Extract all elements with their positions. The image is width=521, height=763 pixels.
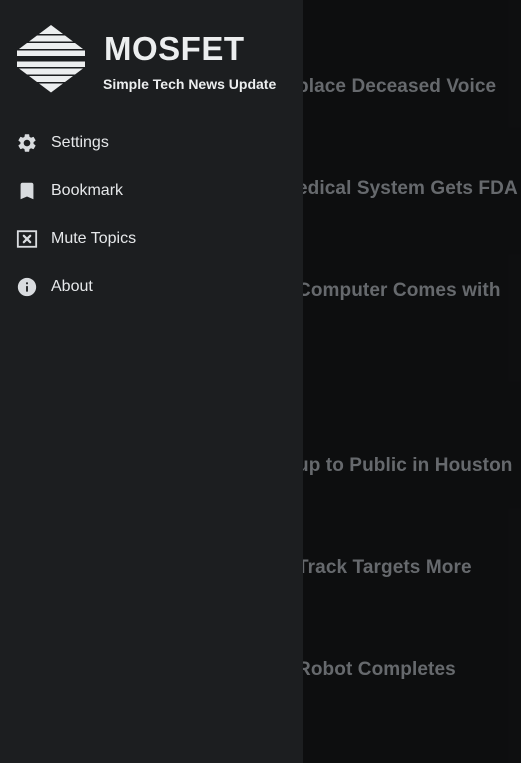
app-tagline: Simple Tech News Update bbox=[103, 76, 277, 92]
menu-item-label: About bbox=[51, 278, 93, 295]
menu-item-bookmark[interactable]: Bookmark bbox=[0, 169, 303, 213]
menu-item-label: Mute Topics bbox=[51, 230, 137, 247]
bookmark-icon bbox=[16, 180, 38, 202]
menu-item-about[interactable]: About bbox=[0, 265, 303, 309]
menu-item-mute-topics[interactable]: Mute Topics bbox=[0, 217, 303, 261]
mute-box-icon bbox=[16, 228, 38, 250]
menu-item-label: Settings bbox=[51, 134, 109, 151]
info-icon bbox=[16, 276, 38, 298]
menu-item-settings[interactable]: Settings bbox=[0, 121, 303, 165]
mosfet-logo-icon bbox=[17, 25, 85, 93]
menu-item-label: Bookmark bbox=[51, 182, 124, 199]
navigation-drawer: MOSFET Simple Tech News Update Settings … bbox=[0, 0, 303, 763]
gear-icon bbox=[16, 132, 38, 154]
app-title: MOSFET bbox=[104, 30, 245, 67]
